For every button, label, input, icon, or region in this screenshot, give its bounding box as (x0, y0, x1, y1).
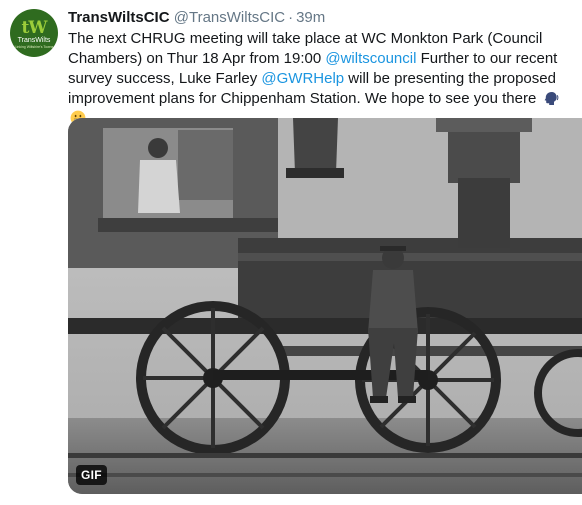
mention-link-gwrhelp[interactable]: @GWRHelp (261, 70, 344, 87)
display-name[interactable]: TransWiltsCIC (68, 9, 170, 26)
gif-badge: GIF (76, 465, 107, 485)
tweet-text: The next CHRUG meeting will take place a… (68, 29, 576, 129)
speaking-head-emoji (544, 92, 558, 105)
separator-dot: · (288, 9, 294, 26)
logo-letters: tW (21, 17, 48, 38)
mention-link-wiltscouncil[interactable]: @wiltscouncil (325, 50, 416, 67)
avatar[interactable]: tW TransWilts Linking Wiltshire's Towns (10, 9, 58, 57)
logo-name: TransWilts (17, 36, 51, 44)
locomotive-gif-frame (68, 118, 582, 494)
timestamp[interactable]: 39m (296, 9, 325, 26)
user-handle[interactable]: @TransWiltsCIC (174, 9, 285, 26)
tweet-header: TransWiltsCIC @TransWiltsCIC · 39m (68, 8, 576, 28)
gif-media[interactable]: GIF (68, 118, 582, 494)
logo-tagline: Linking Wiltshire's Towns (14, 44, 54, 49)
